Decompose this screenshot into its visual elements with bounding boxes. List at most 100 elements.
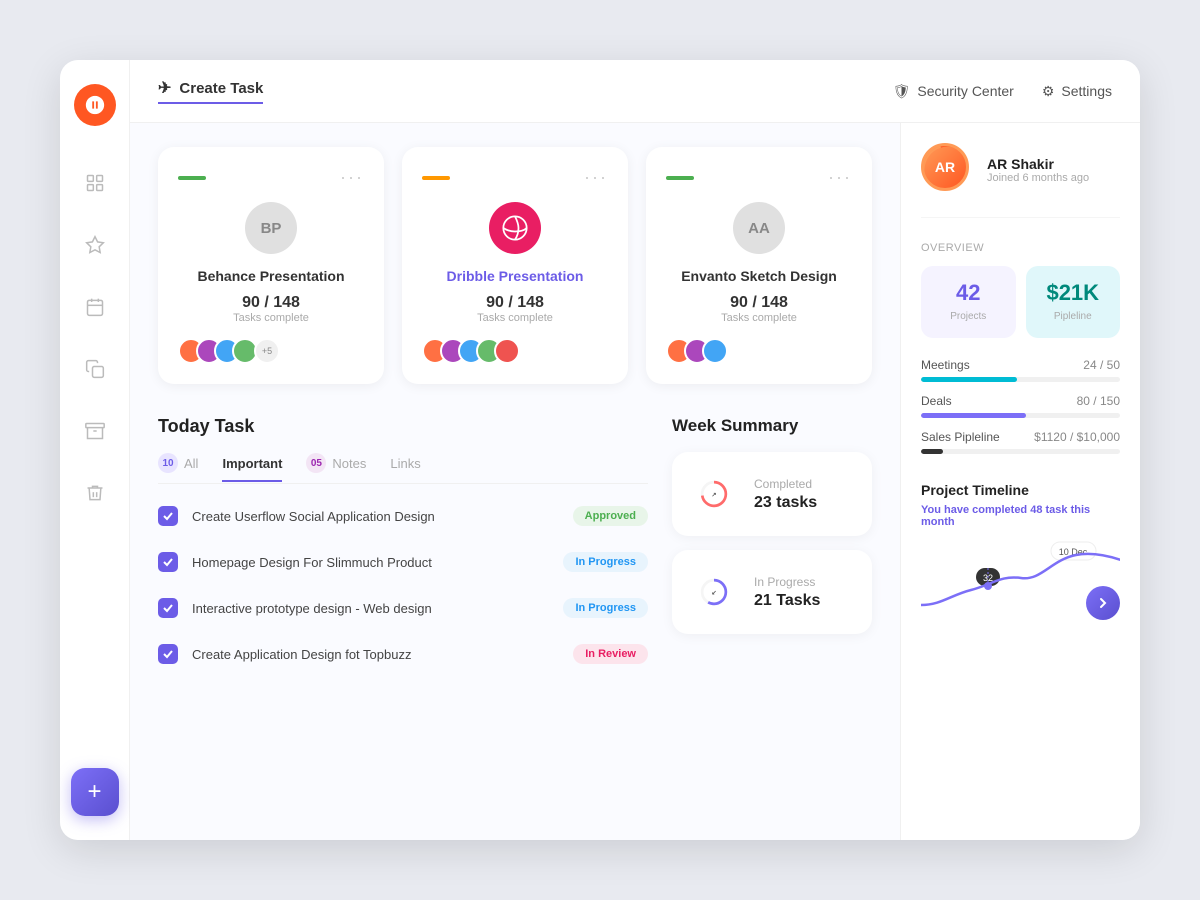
sidebar-item-archive[interactable] [78,414,112,448]
sidebar-nav [78,166,112,768]
overview-label: Overview [921,242,1120,254]
task-text-2: Homepage Design For Slimmuch Product [192,555,549,570]
sidebar-item-copy[interactable] [78,352,112,386]
stat-deals-bar-fill [921,413,1026,418]
tab-all-badge: 10 [158,453,178,473]
week-summary-title: Week Summary [672,416,872,436]
mini-avatar [702,338,728,364]
task-item: Create Application Design fot Topbuzz In… [158,638,648,670]
tab-all-label: All [184,456,198,471]
card-progress-label: Tasks complete [477,312,553,324]
project-card-dribble: ··· Dribble Presentation 90 / 148 Tasks … [402,147,628,384]
task-tabs: 10 All Important 05 Notes Link [158,453,648,484]
sidebar-item-trash[interactable] [78,476,112,510]
tab-notes-badge: 05 [306,453,326,473]
settings-button[interactable]: ⚙ Settings [1042,83,1112,100]
card-menu-dots[interactable]: ··· [828,167,852,188]
card-title-envanto: Envanto Sketch Design [681,268,837,284]
timeline-title: Project Timeline [921,482,1120,498]
card-progress-label: Tasks complete [233,312,309,324]
task-checkbox-1[interactable] [158,506,178,526]
card-progress-label: Tasks complete [721,312,797,324]
tab-notes[interactable]: 05 Notes [306,453,366,483]
overview-pipeline-card: $21K Pipleline [1026,266,1121,338]
sidebar-logo[interactable] [74,84,116,126]
sidebar-item-calendar[interactable] [78,290,112,324]
project-cards: ··· BP Behance Presentation 90 / 148 Tas… [158,147,872,384]
card-menu-dots[interactable]: ··· [584,167,608,188]
timeline-subtitle-pre: You have completed [921,504,1027,516]
stat-meetings-name: Meetings [921,358,970,372]
tab-links[interactable]: Links [390,456,420,481]
timeline-highlight: 48 task [1030,504,1067,516]
task-badge-4: In Review [573,644,648,664]
tab-notes-label: Notes [332,456,366,471]
create-task-label: Create Task [179,80,263,97]
card-header: ··· [422,167,608,188]
task-item: Homepage Design For Slimmuch Product In … [158,546,648,578]
card-header: ··· [666,167,852,188]
card-avatar-envanto: AA [733,202,785,254]
profile-name: AR Shakir [987,156,1089,172]
pipeline-label: Pipleline [1054,311,1092,322]
card-avatars-dribble [422,338,512,364]
logo-icon [84,94,106,116]
fab-button[interactable]: + [71,768,119,816]
gear-icon: ⚙ [1042,83,1055,100]
profile-section: AR AR Shakir Joined 6 months ago [921,143,1120,218]
main-content: ✈ Create Task 🛡 Security Center ⚙ Settin… [130,60,1140,840]
task-checkbox-3[interactable] [158,598,178,618]
week-completed-count: 23 tasks [754,494,817,512]
stat-sales-bar-fill [921,449,943,454]
project-card-behance: ··· BP Behance Presentation 90 / 148 Tas… [158,147,384,384]
project-card-envanto: ··· AA Envanto Sketch Design 90 / 148 Ta… [646,147,872,384]
create-task-button[interactable]: ✈ Create Task [158,78,263,104]
stat-sales-value: $1120 / $10,000 [1034,430,1120,444]
overview-projects-card: 42 Projects [921,266,1016,338]
mini-avatar [494,338,520,364]
task-list: Create Userflow Social Application Desig… [158,500,648,670]
card-avatars-behance: +5 [178,338,280,364]
today-task-section: Today Task 10 All Important 05 N [158,416,648,670]
sidebar-item-grid[interactable] [78,166,112,200]
stat-meetings-header: Meetings 24 / 50 [921,358,1120,372]
timeline-nav-button[interactable] [1086,586,1120,620]
stat-sales-header: Sales Pipleline $1120 / $10,000 [921,430,1120,444]
svg-text:↗: ↗ [712,493,717,499]
task-checkbox-2[interactable] [158,552,178,572]
card-indicator [422,176,450,180]
avatar-container: AR [921,143,975,197]
projects-number: 42 [931,280,1006,306]
week-inprogress-info: In Progress 21 Tasks [754,575,820,610]
task-badge-3: In Progress [563,598,648,618]
tab-important[interactable]: Important [222,456,282,481]
profile-joined: Joined 6 months ago [987,172,1089,184]
stat-deals: Deals 80 / 150 [921,394,1120,418]
stat-sales-name: Sales Pipleline [921,430,1000,444]
card-indicator [666,176,694,180]
task-text-1: Create Userflow Social Application Desig… [192,509,559,524]
security-center-label: Security Center [917,83,1013,99]
week-inprogress-status: In Progress [754,575,820,589]
project-timeline-section: Project Timeline You have completed 48 t… [921,482,1120,620]
stat-meetings: Meetings 24 / 50 [921,358,1120,382]
security-center-button[interactable]: 🛡 Security Center [893,83,1014,100]
header: ✈ Create Task 🛡 Security Center ⚙ Settin… [130,60,1140,123]
inprogress-icon: ↙ [688,566,740,618]
sidebar: + [60,60,130,840]
timeline-chart: 10 Dec 32 [921,540,1120,620]
header-nav: 🛡 Security Center ⚙ Settings [893,83,1112,100]
stat-deals-header: Deals 80 / 150 [921,394,1120,408]
card-avatar-dribble [489,202,541,254]
tab-all[interactable]: 10 All [158,453,198,483]
avatar-initials: AR [935,159,955,175]
shield-icon: 🛡 [893,83,911,100]
task-item: Interactive prototype design - Web desig… [158,592,648,624]
card-title-behance: Behance Presentation [197,268,344,284]
task-checkbox-4[interactable] [158,644,178,664]
sidebar-item-star[interactable] [78,228,112,262]
card-menu-dots[interactable]: ··· [340,167,364,188]
bottom-row: Today Task 10 All Important 05 N [158,416,872,670]
stat-meetings-bar-bg [921,377,1120,382]
today-task-title: Today Task [158,416,648,437]
